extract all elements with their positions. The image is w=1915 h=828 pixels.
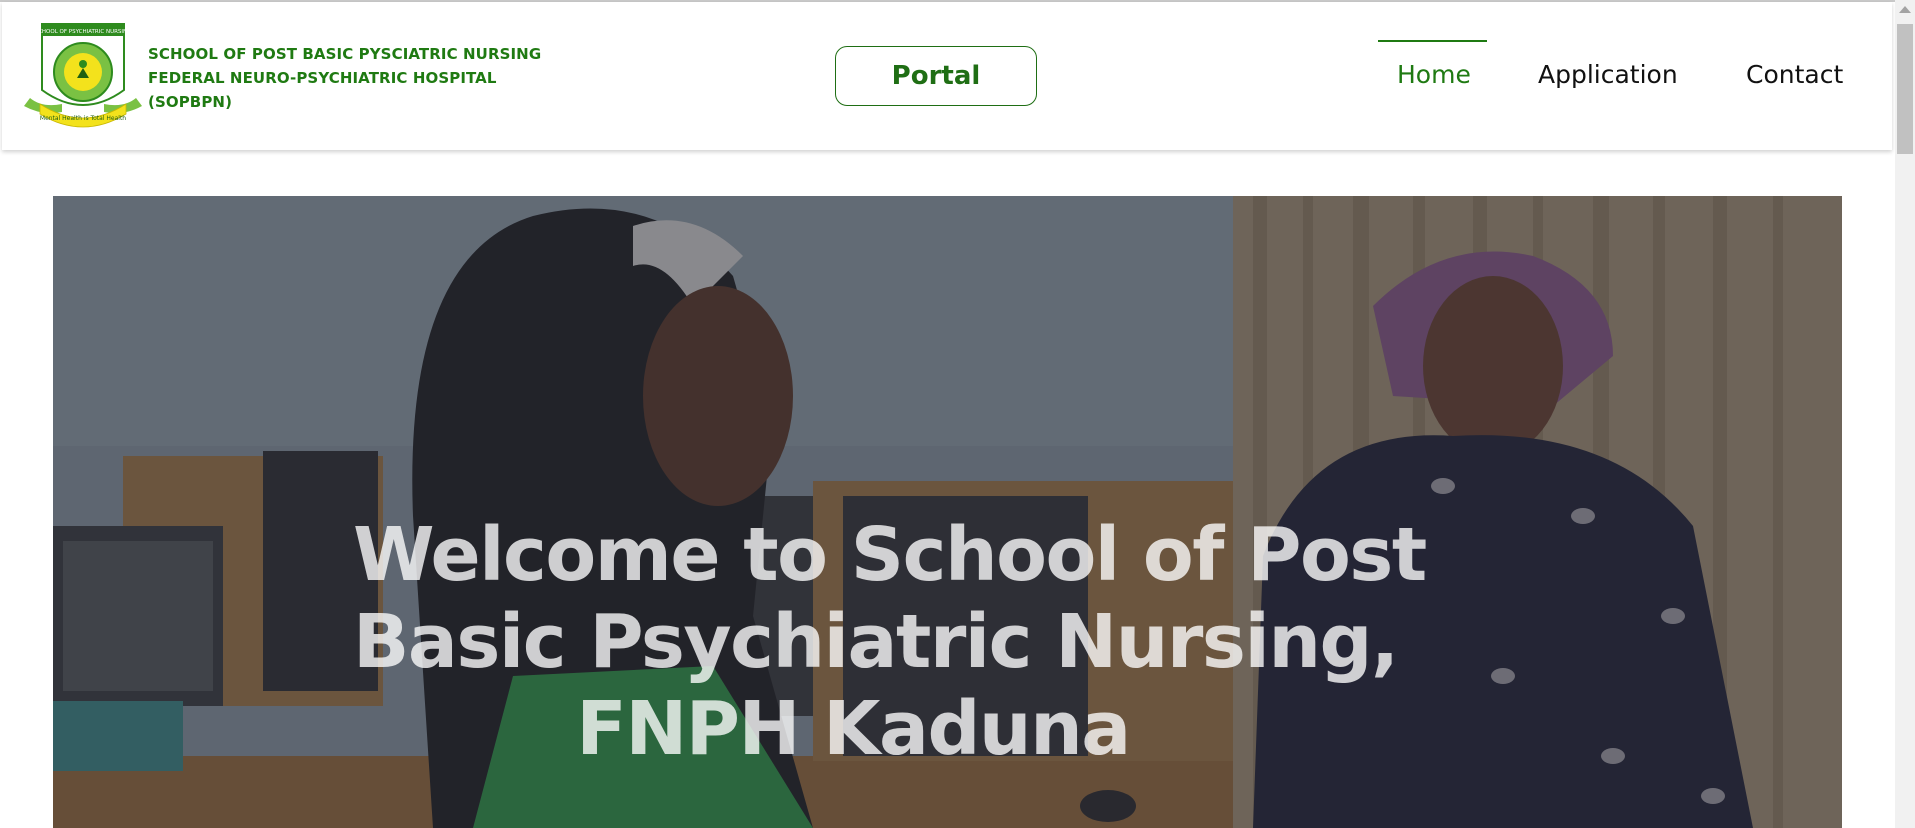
portal-button[interactable]: Portal [835, 46, 1037, 106]
logo-top-text: SCHOOL OF PSYCHIATRIC NURSING [35, 29, 132, 35]
scroll-up-arrow-icon[interactable] [1899, 6, 1911, 13]
hero-banner: Welcome to School of Post Basic Psychiat… [53, 196, 1842, 828]
nav-application-link[interactable]: Application [1538, 60, 1678, 89]
hero-title: Welcome to School of Post Basic Psychiat… [353, 512, 1427, 773]
brand-name: SCHOOL OF POST BASIC PYSCIATRIC NURSING … [148, 42, 568, 114]
scrollbar-thumb[interactable] [1897, 24, 1913, 154]
hero-title-line-3: FNPH Kaduna [576, 686, 1131, 772]
school-logo[interactable]: SCHOOL OF PSYCHIATRIC NURSING Mental Hea… [22, 20, 144, 134]
nav-active-indicator [1378, 40, 1487, 42]
nav-home-link[interactable]: Home [1397, 60, 1471, 89]
logo-motto: Mental Health is Total Health [40, 115, 126, 122]
nav-contact-link[interactable]: Contact [1746, 60, 1843, 89]
brand-line-3: (SOPBPN) [148, 93, 233, 111]
hero-title-line-2: Basic Psychiatric Nursing, [353, 599, 1399, 685]
brand-line-2: FEDERAL NEURO-PSYCHIATRIC HOSPITAL [148, 69, 497, 87]
site-header: SCHOOL OF PSYCHIATRIC NURSING Mental Hea… [2, 2, 1892, 150]
hero-title-line-1: Welcome to School of Post [353, 512, 1427, 598]
brand-line-1: SCHOOL OF POST BASIC PYSCIATRIC NURSING [148, 45, 542, 63]
